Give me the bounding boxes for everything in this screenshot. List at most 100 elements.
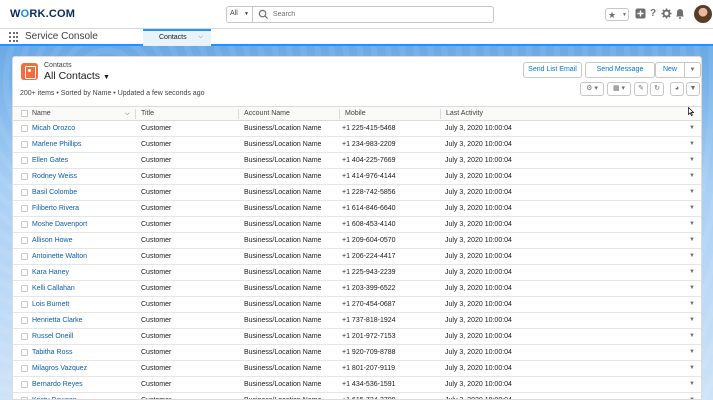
table-row[interactable]: Antoinette Walton Customer Business/Locati…: [13, 249, 701, 265]
table-row[interactable]: Kristy DawsonCustomerBusiness/Location N…: [13, 393, 701, 399]
column-header-last-activity[interactable]: Last Activity: [446, 110, 483, 117]
row-checkbox[interactable]: [21, 381, 28, 388]
row-action-menu-icon[interactable]: ▼: [689, 157, 695, 163]
row-action-menu-icon[interactable]: ▼: [689, 317, 695, 323]
row-checkbox[interactable]: [21, 125, 28, 132]
list-view-picker[interactable]: All Contacts ▼: [44, 70, 110, 82]
contact-name-link[interactable]: Lois Burnett: [32, 301, 69, 308]
row-action-menu-icon[interactable]: ▼: [689, 253, 695, 259]
table-row[interactable]: Allison Howe Customer Business/Location Na…: [13, 233, 701, 249]
row-action-menu-icon[interactable]: ▼: [689, 125, 695, 131]
row-checkbox[interactable]: [21, 365, 28, 372]
contact-name-link[interactable]: Antoinette Walton: [32, 253, 87, 260]
row-action-menu-icon[interactable]: ▼: [689, 285, 695, 291]
table-row[interactable]: Bernardo Reyes Customer Business/Location …: [13, 377, 701, 393]
charts-button[interactable]: ◕: [670, 82, 684, 96]
row-checkbox[interactable]: [21, 333, 28, 340]
row-checkbox[interactable]: [21, 237, 28, 244]
avatar[interactable]: [694, 5, 712, 23]
contact-name-link[interactable]: Henrietta Clarke: [32, 317, 83, 324]
row-action-menu-icon[interactable]: ▼: [689, 173, 695, 179]
table-row[interactable]: Milagros Vazquez Customer Business/Locatio…: [13, 361, 701, 377]
send-message-button[interactable]: Send Message: [585, 62, 655, 78]
more-actions-button[interactable]: ▼: [684, 62, 701, 78]
edit-list-button[interactable]: ✎: [634, 82, 648, 96]
row-action-menu-icon[interactable]: ▼: [689, 365, 695, 371]
filter-button[interactable]: ▼: [686, 82, 700, 96]
row-action-menu-icon[interactable]: ▼: [689, 301, 695, 307]
select-all-checkbox[interactable]: [21, 110, 28, 117]
app-launcher-icon[interactable]: [9, 32, 19, 42]
table-row[interactable]: Micah Orozco Customer Business/Location Na…: [13, 121, 701, 137]
contact-name-link[interactable]: Tabitha Ross: [32, 349, 72, 356]
row-action-menu-icon[interactable]: ▼: [689, 349, 695, 355]
table-row[interactable]: Henrietta Clarke Customer Business/Locatio…: [13, 313, 701, 329]
row-checkbox[interactable]: [21, 301, 28, 308]
column-header-mobile[interactable]: Mobile: [345, 110, 366, 117]
contact-name-link[interactable]: Rodney Weiss: [32, 173, 77, 180]
new-button[interactable]: New: [655, 62, 685, 78]
row-checkbox[interactable]: [21, 173, 28, 180]
send-list-email-button[interactable]: Send List Email: [523, 62, 582, 78]
favorites-button[interactable]: ★ ▼: [605, 8, 629, 21]
chevron-down-icon[interactable]: ⌵: [125, 111, 130, 118]
column-header-name[interactable]: Name: [32, 110, 51, 117]
table-row[interactable]: Kelli Callahan Customer Business/Location …: [13, 281, 701, 297]
row-action-menu-icon[interactable]: ▼: [689, 189, 695, 195]
row-checkbox[interactable]: [21, 141, 28, 148]
logo[interactable]: WORK.COM: [10, 8, 75, 20]
row-checkbox[interactable]: [21, 189, 28, 196]
table-row[interactable]: Ellen Gates Customer Business/Location Nam…: [13, 153, 701, 169]
row-action-menu-icon[interactable]: ▼: [689, 381, 695, 387]
row-action-menu-icon[interactable]: ▼: [689, 205, 695, 211]
list-settings-button[interactable]: ⚙ ▾: [580, 82, 604, 96]
table-row[interactable]: Filiberto Rivera Customer Business/Locatio…: [13, 201, 701, 217]
row-checkbox[interactable]: [21, 349, 28, 356]
gear-icon[interactable]: [660, 8, 672, 20]
contact-name-link[interactable]: Milagros Vazquez: [32, 365, 87, 372]
contact-name-link[interactable]: Kara Haney: [32, 269, 69, 276]
row-checkbox[interactable]: [21, 253, 28, 260]
contact-name-link[interactable]: Micah Orozco: [32, 125, 75, 132]
row-action-menu-icon[interactable]: ▼: [689, 269, 695, 275]
table-row[interactable]: Kara Haney Customer Business/Location Name…: [13, 265, 701, 281]
contact-name-link[interactable]: Basil Colombe: [32, 189, 77, 196]
row-checkbox[interactable]: [21, 157, 28, 164]
row-checkbox[interactable]: [21, 317, 28, 324]
table-row[interactable]: Basil Colombe Customer Business/Location N…: [13, 185, 701, 201]
row-checkbox[interactable]: [21, 285, 28, 292]
row-action-menu-icon[interactable]: ▼: [689, 333, 695, 339]
bell-icon[interactable]: [674, 8, 686, 20]
plus-icon[interactable]: [634, 8, 646, 20]
chevron-down-icon[interactable]: ⌵: [198, 34, 203, 41]
contact-name-link[interactable]: Moshe Davenport: [32, 221, 87, 228]
column-header-title[interactable]: Title: [141, 110, 154, 117]
contact-name-link[interactable]: Allison Howe: [32, 237, 72, 244]
list-meta: 200+ items • Sorted by Name • Updated a …: [20, 90, 205, 97]
row-action-menu-icon[interactable]: ▼: [689, 221, 695, 227]
row-action-menu-icon[interactable]: ▼: [689, 237, 695, 243]
table-row[interactable]: Moshe Davenport Customer Business/Location…: [13, 217, 701, 233]
row-checkbox[interactable]: [21, 221, 28, 228]
search-input[interactable]: [273, 8, 489, 21]
tab-contacts[interactable]: Contacts ⌵: [143, 29, 211, 46]
table-row[interactable]: Lois Burnett Customer Business/Location Na…: [13, 297, 701, 313]
contact-name-link[interactable]: Russel Oneill: [32, 333, 73, 340]
search-scope-select[interactable]: All ▼: [227, 7, 253, 22]
contact-name-link[interactable]: Filiberto Rivera: [32, 205, 79, 212]
contact-name-link[interactable]: Ellen Gates: [32, 157, 68, 164]
contact-name-link[interactable]: Bernardo Reyes: [32, 381, 83, 388]
column-header-account-name[interactable]: Account Name: [244, 110, 290, 117]
table-row[interactable]: Tabitha Ross Customer Business/Location Na…: [13, 345, 701, 361]
table-row[interactable]: Rodney Weiss Customer Business/Location Na…: [13, 169, 701, 185]
display-as-button[interactable]: ▦ ▾: [607, 82, 631, 96]
contact-name-link[interactable]: Kelli Callahan: [32, 285, 75, 292]
table-row[interactable]: Marlene Phillips Customer Business/Locatio…: [13, 137, 701, 153]
contact-name-link[interactable]: Marlene Phillips: [32, 141, 81, 148]
table-row[interactable]: Russel Oneill Customer Business/Location N…: [13, 329, 701, 345]
row-checkbox[interactable]: [21, 205, 28, 212]
question-icon[interactable]: ?: [647, 8, 659, 20]
refresh-button[interactable]: ↻: [650, 82, 664, 96]
row-action-menu-icon[interactable]: ▼: [689, 141, 695, 147]
row-checkbox[interactable]: [21, 269, 28, 276]
